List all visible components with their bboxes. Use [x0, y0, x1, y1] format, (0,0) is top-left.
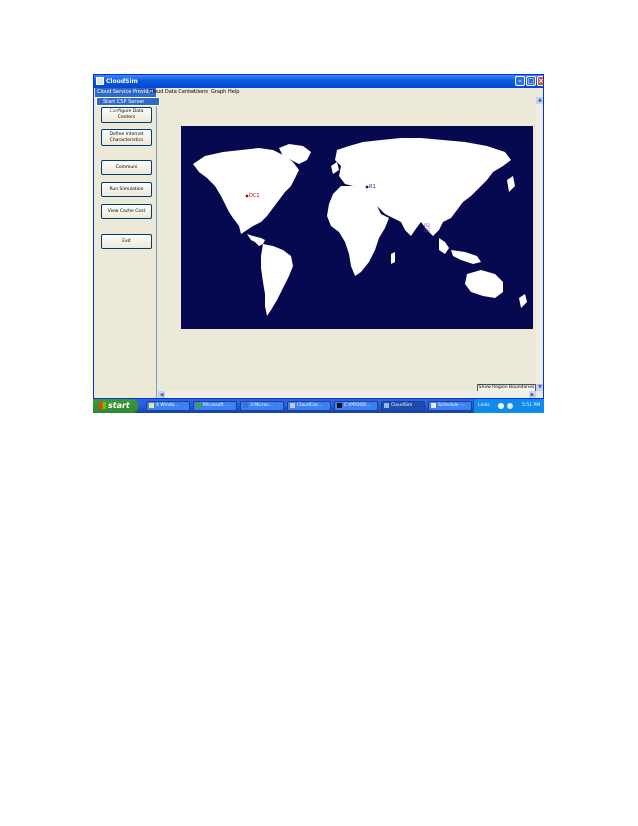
- system-tray: Links 5:51 PM: [473, 399, 544, 413]
- start-label: start: [108, 401, 130, 410]
- scroll-up-icon[interactable]: ▲: [536, 97, 543, 104]
- menu-bar: Cloud Service Provider Cloud Data Center…: [94, 88, 543, 97]
- main-canvas: DC1 R1 R2 CS: [158, 97, 543, 398]
- r1-marker[interactable]: [365, 185, 369, 189]
- exit-button[interactable]: Exit: [101, 234, 152, 249]
- minimize-icon[interactable]: –: [515, 76, 525, 86]
- taskbar: start 4 Windo... Microsoft ... 3 Micros.…: [93, 399, 544, 413]
- task-label: C:\PROGR...: [344, 403, 371, 408]
- dc1-marker[interactable]: [245, 194, 249, 198]
- menu-users[interactable]: Users: [192, 88, 210, 97]
- vertical-scrollbar[interactable]: ▲ ▼: [536, 97, 543, 391]
- task-microsoft-word[interactable]: 3 Micros...: [240, 401, 284, 411]
- task-label: 4 Windo...: [156, 403, 179, 408]
- cs-label: CS: [424, 228, 430, 234]
- volume-icon[interactable]: [507, 403, 513, 409]
- start-csp-server-menu-item[interactable]: Start CSP Server Ctrl+C: [96, 97, 160, 114]
- view-cache-cost-button[interactable]: View Cache Cost: [101, 204, 152, 219]
- task-label: Microsoft ...: [203, 403, 230, 408]
- r1-label: R1: [369, 184, 376, 190]
- menu-cloud-data-center[interactable]: Cloud Data Center: [147, 88, 197, 97]
- scroll-right-icon[interactable]: ▶: [529, 391, 536, 398]
- task-microsoft-excel[interactable]: Microsoft ...: [193, 401, 237, 411]
- start-button[interactable]: start: [93, 399, 138, 413]
- close-icon[interactable]: ×: [537, 76, 543, 86]
- task-cloudcache[interactable]: CloudCac...: [287, 401, 331, 411]
- task-label: CloudCac...: [297, 403, 323, 408]
- network-icon[interactable]: [498, 403, 504, 409]
- document-icon: [431, 403, 436, 408]
- excel-icon: [196, 403, 201, 408]
- task-label: CloudSim: [391, 403, 413, 408]
- console-icon: [337, 403, 342, 408]
- window-icon: [384, 403, 389, 408]
- task-label: 3 Micros...: [250, 403, 274, 408]
- cloudsim-window: CloudSim – □ × Cloud Service Provider Cl…: [93, 74, 544, 399]
- folder-icon: [149, 403, 154, 408]
- windows-flag-icon: [99, 402, 106, 409]
- left-button-panel: Configure Data Centers Define Internet C…: [94, 97, 157, 398]
- task-cloudsim[interactable]: CloudSim: [381, 401, 425, 411]
- menu-help[interactable]: Help: [226, 88, 241, 97]
- task-command-prompt[interactable]: C:\PROGR...: [334, 401, 378, 411]
- task-label: Schedule -...: [438, 403, 467, 408]
- clock: 5:51 PM: [522, 403, 541, 408]
- task-schedule[interactable]: Schedule -...: [428, 401, 472, 411]
- define-internet-characteristics-button[interactable]: Define Internet Characteristics: [101, 129, 152, 146]
- run-simulation-button[interactable]: Run Simulation: [101, 182, 152, 197]
- horizontal-scrollbar[interactable]: ◀ ▶: [158, 391, 536, 398]
- word-icon: [243, 403, 248, 408]
- app-icon: [96, 77, 104, 85]
- java-icon: [290, 403, 295, 408]
- title-bar[interactable]: CloudSim – □ ×: [94, 75, 543, 88]
- maximize-icon[interactable]: □: [526, 76, 536, 86]
- world-map: DC1 R1 R2 CS: [181, 126, 533, 329]
- dc1-label: DC1: [249, 193, 260, 199]
- communi-button[interactable]: Communi: [101, 160, 152, 175]
- window-title: CloudSim: [106, 78, 138, 85]
- scroll-left-icon[interactable]: ◀: [158, 391, 165, 398]
- scroll-down-icon[interactable]: ▼: [536, 384, 543, 391]
- task-windows[interactable]: 4 Windo...: [146, 401, 190, 411]
- links-toolbar[interactable]: Links: [478, 399, 490, 413]
